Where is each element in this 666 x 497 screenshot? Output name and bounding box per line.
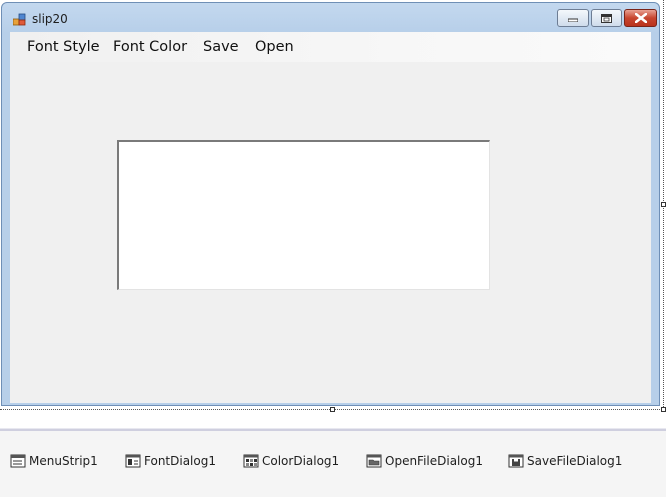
tray-item-fontdialog[interactable]: FontDialog1 (125, 452, 216, 470)
designer-surface: slip20 Font Style Font Color Save Open (0, 0, 666, 412)
tray-item-colordialog[interactable]: ColorDialog1 (243, 452, 339, 470)
minimize-button[interactable] (557, 9, 589, 27)
menu-item-save[interactable]: Save (203, 39, 239, 55)
title-bar[interactable]: slip20 (2, 3, 659, 33)
menu-item-font-color[interactable]: Font Color (113, 39, 187, 55)
fontdialog-icon (125, 454, 141, 468)
resize-handle-right[interactable] (661, 202, 666, 207)
tray-label: MenuStrip1 (29, 454, 98, 468)
form-window[interactable]: slip20 Font Style Font Color Save Open (1, 2, 660, 406)
window-title: slip20 (32, 12, 68, 26)
tray-item-savefiledialog[interactable]: SaveFileDialog1 (508, 452, 622, 470)
tray-label: ColorDialog1 (262, 454, 340, 468)
resize-handle-bottom[interactable] (330, 407, 335, 412)
menu-item-font-style[interactable]: Font Style (27, 39, 100, 55)
colordialog-icon (243, 454, 259, 468)
maximize-button[interactable] (591, 9, 622, 27)
component-tray: MenuStrip1 FontDialog1 ColorDialog1 Open… (0, 431, 666, 497)
minimize-icon (568, 18, 578, 22)
tray-label: SaveFileDialog1 (527, 454, 623, 468)
menu-strip: Font Style Font Color Save Open (10, 32, 651, 62)
form-client-area: Font Style Font Color Save Open (10, 32, 651, 403)
openfiledialog-icon (366, 454, 382, 468)
tray-label: OpenFileDialog1 (385, 454, 483, 468)
rich-text-box[interactable] (117, 140, 490, 290)
tray-label: FontDialog1 (144, 454, 216, 468)
maximize-icon (601, 13, 612, 23)
tray-item-menustrip[interactable]: MenuStrip1 (10, 452, 98, 470)
app-icon (13, 13, 26, 26)
resize-handle-corner[interactable] (661, 407, 666, 412)
savefiledialog-icon (508, 454, 524, 468)
close-icon (634, 13, 647, 23)
tray-item-openfiledialog[interactable]: OpenFileDialog1 (366, 452, 483, 470)
menustrip-icon (10, 454, 26, 468)
close-button[interactable] (624, 9, 657, 27)
menu-item-open[interactable]: Open (255, 39, 294, 55)
